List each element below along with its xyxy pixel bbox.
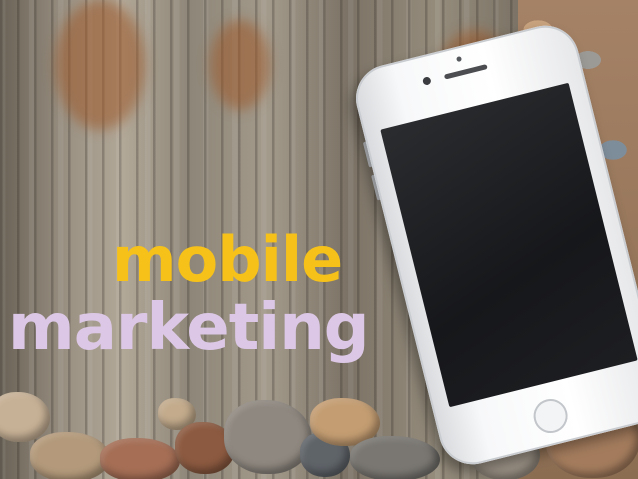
rust-stain xyxy=(55,0,145,130)
pebble xyxy=(100,438,180,479)
caption-marketing: marketing xyxy=(8,291,370,365)
pebble xyxy=(30,432,110,479)
rust-stain xyxy=(210,20,270,110)
pebble xyxy=(224,400,312,474)
pebble xyxy=(350,436,440,479)
caption-mobile: mobile xyxy=(112,223,343,296)
photo-scene: mobile marketing xyxy=(0,0,638,479)
